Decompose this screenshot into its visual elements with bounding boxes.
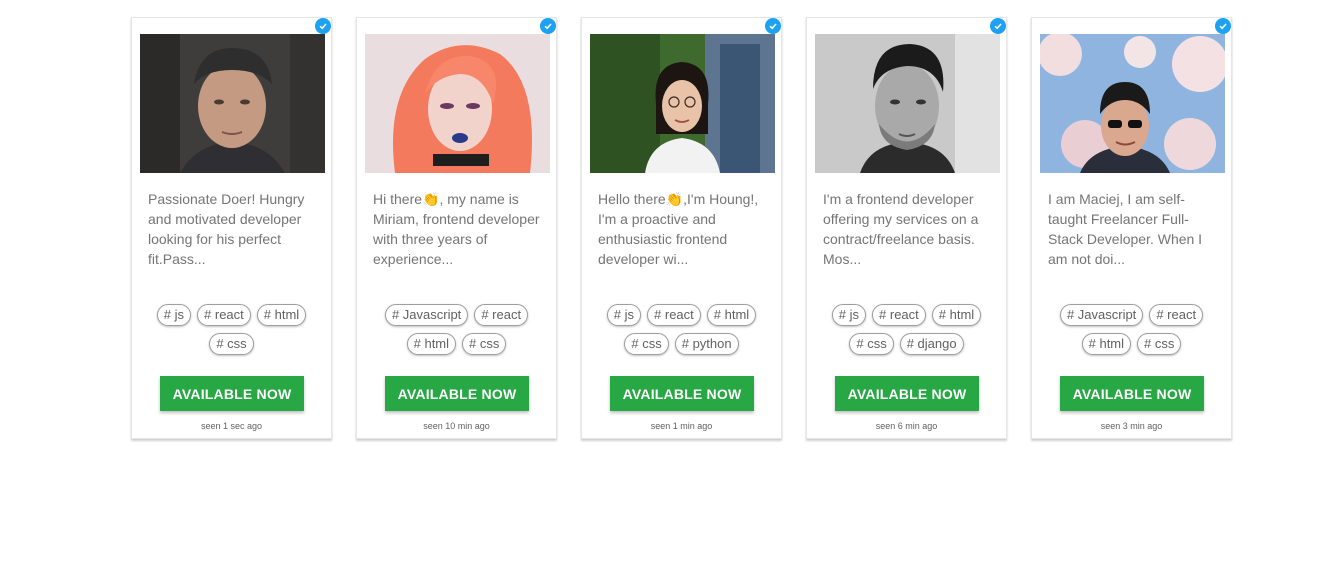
skill-tag[interactable]: # Javascript [1059, 304, 1144, 326]
skill-tags: # Javascript # react # html # css [1042, 304, 1221, 355]
last-seen-text: seen 1 min ago [650, 421, 713, 431]
available-now-button[interactable]: AVAILABLE NOW [385, 376, 529, 411]
skill-tag[interactable]: # css [624, 333, 669, 355]
developer-bio: Passionate Doer! Hungry and motivated de… [148, 191, 305, 267]
available-now-button[interactable]: AVAILABLE NOW [835, 376, 979, 411]
available-now-button[interactable]: AVAILABLE NOW [160, 376, 304, 411]
verified-badge-icon [540, 18, 556, 34]
verified-badge-icon [1215, 18, 1231, 34]
skill-tag[interactable]: # python [674, 333, 739, 355]
developer-card[interactable]: I'm a frontend developer offering my ser… [806, 17, 1007, 439]
skill-tag[interactable]: # react [647, 304, 701, 326]
skill-tag[interactable]: # css [849, 333, 894, 355]
skill-tags: # Javascript # react # html # css [367, 304, 546, 355]
skill-tag[interactable]: # js [606, 304, 642, 326]
available-now-button[interactable]: AVAILABLE NOW [1060, 376, 1204, 411]
developer-card[interactable]: Passionate Doer! Hungry and motivated de… [131, 17, 332, 439]
verified-badge-icon [315, 18, 331, 34]
skill-tag[interactable]: # django [899, 333, 964, 355]
developer-bio: Hi there👏, my name is Miriam, frontend d… [373, 191, 540, 267]
skill-tag[interactable]: # react [197, 304, 251, 326]
skill-tag[interactable]: # css [209, 333, 254, 355]
skill-tag[interactable]: # html [931, 304, 982, 326]
skill-tag[interactable]: # Javascript [384, 304, 469, 326]
last-seen-text: seen 6 min ago [875, 421, 938, 431]
skill-tag[interactable]: # react [872, 304, 926, 326]
skill-tag[interactable]: # react [474, 304, 529, 326]
developer-card[interactable]: Hello there👏,I'm Houng!, I'm a proactive… [581, 17, 782, 439]
developer-avatar[interactable] [1040, 34, 1225, 173]
developer-card[interactable]: Hi there👏, my name is Miriam, frontend d… [356, 17, 557, 439]
last-seen-text: seen 1 sec ago [200, 421, 263, 431]
developer-avatar[interactable] [590, 34, 775, 173]
developer-avatar[interactable] [140, 34, 325, 173]
developer-bio: I'm a frontend developer offering my ser… [823, 191, 979, 267]
last-seen-text: seen 10 min ago [423, 421, 490, 431]
verified-badge-icon [990, 18, 1006, 34]
verified-badge-icon [765, 18, 781, 34]
developer-cards-list: Passionate Doer! Hungry and motivated de… [131, 17, 1232, 439]
skill-tag[interactable]: # html [406, 333, 457, 355]
skill-tag[interactable]: # css [462, 333, 507, 355]
skill-tag[interactable]: # js [831, 304, 867, 326]
skill-tag[interactable]: # js [156, 304, 192, 326]
skill-tag[interactable]: # html [706, 304, 757, 326]
skill-tag[interactable]: # html [1081, 333, 1132, 355]
skill-tag[interactable]: # css [1137, 333, 1182, 355]
developer-avatar[interactable] [815, 34, 1000, 173]
available-now-button[interactable]: AVAILABLE NOW [610, 376, 754, 411]
developer-bio: Hello there👏,I'm Houng!, I'm a proactive… [598, 191, 759, 267]
skill-tags: # js # react # html # css # django [817, 304, 996, 355]
skill-tag[interactable]: # react [1149, 304, 1204, 326]
developer-avatar[interactable] [365, 34, 550, 173]
developer-card[interactable]: I am Maciej, I am self-taught Freelancer… [1031, 17, 1232, 439]
skill-tags: # js # react # html # css # python [592, 304, 771, 355]
skill-tag[interactable]: # html [256, 304, 307, 326]
skill-tags: # js # react # html # css [142, 304, 321, 355]
last-seen-text: seen 3 min ago [1100, 421, 1163, 431]
developer-bio: I am Maciej, I am self-taught Freelancer… [1048, 191, 1203, 267]
